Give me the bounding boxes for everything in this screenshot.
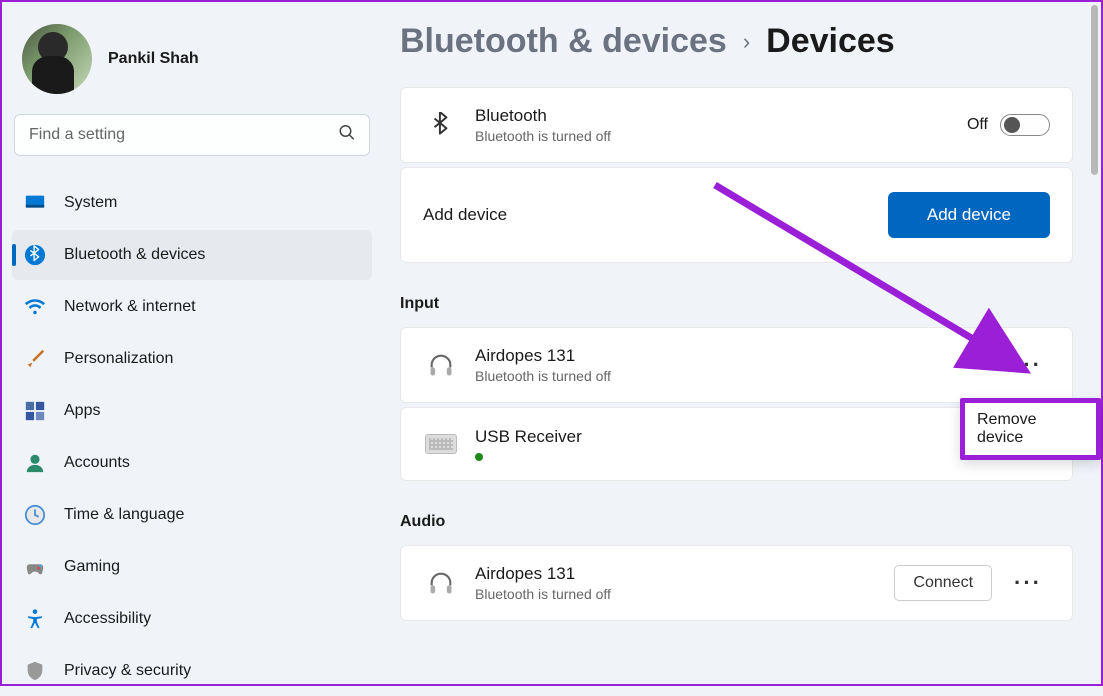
wifi-icon bbox=[24, 296, 46, 318]
context-menu-remove[interactable]: Remove device bbox=[960, 398, 1101, 460]
sidebar-item-label: Time & language bbox=[64, 506, 184, 524]
search-icon bbox=[338, 124, 356, 147]
monitor-icon bbox=[24, 192, 46, 214]
bluetooth-icon bbox=[24, 244, 46, 266]
sidebar-item-personalization[interactable]: Personalization bbox=[12, 334, 372, 384]
accessibility-icon bbox=[24, 608, 46, 630]
bluetooth-status: Bluetooth is turned off bbox=[475, 128, 967, 144]
sidebar-item-label: Privacy & security bbox=[64, 662, 191, 680]
section-input: Input bbox=[400, 295, 1073, 313]
nav: System Bluetooth & devices Network & int… bbox=[12, 178, 372, 696]
sidebar-item-apps[interactable]: Apps bbox=[12, 386, 372, 436]
toggle-label: Off bbox=[967, 116, 988, 134]
sidebar-item-label: Bluetooth & devices bbox=[64, 246, 205, 264]
scrollbar[interactable] bbox=[1091, 5, 1098, 175]
avatar bbox=[22, 24, 92, 94]
breadcrumb: Bluetooth & devices › Devices bbox=[400, 22, 1073, 61]
apps-icon bbox=[24, 400, 46, 422]
headphones-icon bbox=[423, 347, 459, 383]
sidebar-item-label: Network & internet bbox=[64, 298, 196, 316]
sidebar-item-label: Personalization bbox=[64, 350, 173, 368]
add-device-title: Add device bbox=[423, 205, 888, 225]
add-device-button[interactable]: Add device bbox=[888, 192, 1050, 238]
keyboard-icon bbox=[423, 426, 459, 462]
sidebar-item-label: Apps bbox=[64, 402, 100, 420]
sidebar-item-network[interactable]: Network & internet bbox=[12, 282, 372, 332]
device-name: Airdopes 131 bbox=[475, 564, 894, 584]
more-button[interactable]: ··· bbox=[1006, 566, 1050, 600]
sidebar-item-privacy[interactable]: Privacy & security bbox=[12, 646, 372, 696]
connect-button[interactable]: Connect bbox=[894, 565, 992, 601]
chevron-right-icon: › bbox=[743, 29, 750, 55]
bluetooth-title: Bluetooth bbox=[475, 106, 967, 126]
sidebar-item-label: System bbox=[64, 194, 117, 212]
more-button[interactable]: ··· bbox=[1006, 348, 1050, 382]
device-name: Airdopes 131 bbox=[475, 346, 1006, 366]
bluetooth-card: Bluetooth Bluetooth is turned off Off bbox=[400, 87, 1073, 163]
device-status: Bluetooth is turned off bbox=[475, 586, 894, 602]
breadcrumb-parent[interactable]: Bluetooth & devices bbox=[400, 22, 727, 61]
shield-icon bbox=[24, 660, 46, 682]
clock-icon bbox=[24, 504, 46, 526]
device-name: USB Receiver bbox=[475, 427, 1006, 447]
status-dot-icon bbox=[475, 453, 483, 461]
sidebar-item-gaming[interactable]: Gaming bbox=[12, 542, 372, 592]
sidebar-item-time[interactable]: Time & language bbox=[12, 490, 372, 540]
sidebar-item-accounts[interactable]: Accounts bbox=[12, 438, 372, 488]
sidebar: Pankil Shah System Bluetooth & devices N… bbox=[2, 2, 382, 684]
device-row: Airdopes 131 Bluetooth is turned off Con… bbox=[400, 545, 1073, 621]
sidebar-item-bluetooth[interactable]: Bluetooth & devices bbox=[12, 230, 372, 280]
main-content: Bluetooth & devices › Devices Bluetooth … bbox=[382, 2, 1101, 684]
gamepad-icon bbox=[24, 556, 46, 578]
brush-icon bbox=[24, 348, 46, 370]
device-row: Airdopes 131 Bluetooth is turned off ··· bbox=[400, 327, 1073, 403]
search-input[interactable] bbox=[14, 114, 370, 156]
sidebar-item-label: Accessibility bbox=[64, 610, 151, 628]
sidebar-item-label: Gaming bbox=[64, 558, 120, 576]
breadcrumb-current: Devices bbox=[766, 22, 895, 61]
person-icon bbox=[24, 452, 46, 474]
headphones-icon bbox=[423, 565, 459, 601]
sidebar-item-label: Accounts bbox=[64, 454, 130, 472]
bluetooth-toggle[interactable] bbox=[1000, 114, 1050, 136]
user-profile[interactable]: Pankil Shah bbox=[12, 14, 372, 114]
sidebar-item-accessibility[interactable]: Accessibility bbox=[12, 594, 372, 644]
section-audio: Audio bbox=[400, 513, 1073, 531]
sidebar-item-system[interactable]: System bbox=[12, 178, 372, 228]
user-name: Pankil Shah bbox=[108, 50, 199, 68]
bluetooth-icon bbox=[423, 107, 459, 143]
search-box bbox=[14, 114, 370, 156]
device-status: Bluetooth is turned off bbox=[475, 368, 1006, 384]
add-device-card: Add device Add device bbox=[400, 167, 1073, 263]
